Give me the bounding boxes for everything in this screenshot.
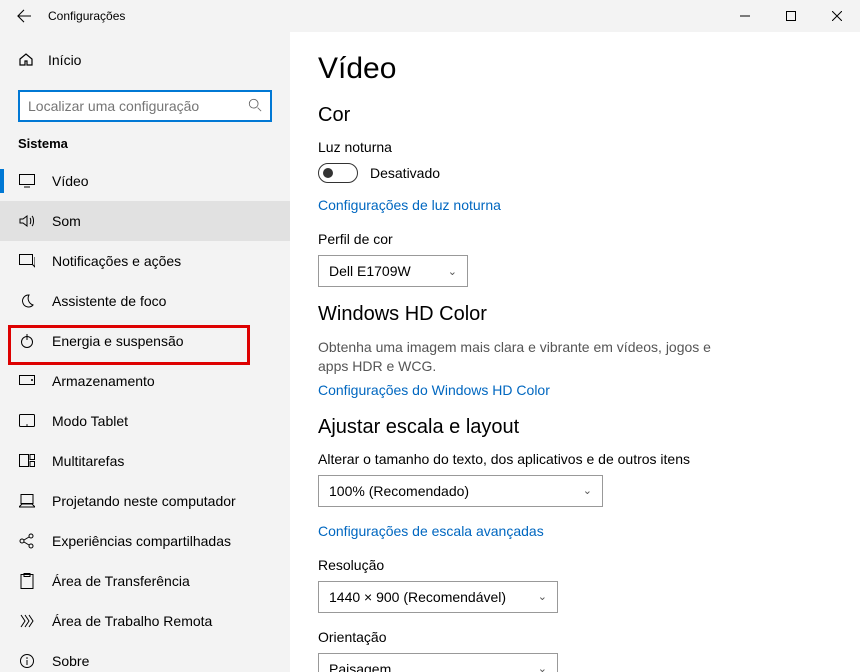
color-profile-value: Dell E1709W bbox=[329, 263, 411, 279]
hd-color-settings-link[interactable]: Configurações do Windows HD Color bbox=[318, 382, 832, 398]
sidebar-item-shared[interactable]: Experiências compartilhadas bbox=[0, 521, 290, 561]
color-heading: Cor bbox=[318, 104, 832, 127]
power-icon bbox=[18, 333, 36, 349]
back-arrow-icon bbox=[17, 9, 31, 23]
night-light-settings-link[interactable]: Configurações de luz noturna bbox=[318, 197, 832, 213]
home-label: Início bbox=[48, 52, 81, 68]
chevron-down-icon: ⌄ bbox=[583, 484, 592, 497]
scale-value: 100% (Recomendado) bbox=[329, 483, 469, 499]
sidebar-item-label: Área de Transferência bbox=[52, 573, 190, 589]
maximize-button[interactable] bbox=[768, 0, 814, 32]
sidebar-item-label: Armazenamento bbox=[52, 373, 155, 389]
close-button[interactable] bbox=[814, 0, 860, 32]
orientation-value: Paisagem bbox=[329, 661, 391, 672]
sidebar: Início Sistema Vídeo Som Notificações e … bbox=[0, 32, 290, 672]
resolution-value: 1440 × 900 (Recomendável) bbox=[329, 589, 506, 605]
display-icon bbox=[18, 174, 36, 188]
night-light-toggle[interactable] bbox=[318, 163, 358, 183]
orientation-combo[interactable]: Paisagem ⌄ bbox=[318, 653, 558, 672]
sidebar-item-label: Assistente de foco bbox=[52, 293, 166, 309]
back-button[interactable] bbox=[8, 0, 40, 32]
sidebar-item-power[interactable]: Energia e suspensão bbox=[0, 321, 290, 361]
search-input[interactable] bbox=[28, 98, 248, 114]
sidebar-item-label: Vídeo bbox=[52, 173, 89, 189]
color-profile-combo[interactable]: Dell E1709W ⌄ bbox=[318, 255, 468, 287]
about-icon bbox=[18, 653, 36, 669]
resolution-label: Resolução bbox=[318, 557, 832, 573]
sidebar-group-label: Sistema bbox=[0, 136, 290, 161]
maximize-icon bbox=[786, 11, 796, 21]
sidebar-item-label: Sobre bbox=[52, 653, 89, 669]
scale-layout-heading: Ajustar escala e layout bbox=[318, 416, 832, 439]
hd-color-description: Obtenha uma imagem mais clara e vibrante… bbox=[318, 338, 718, 376]
home-icon bbox=[18, 51, 34, 70]
search-box[interactable] bbox=[18, 90, 272, 122]
color-profile-label: Perfil de cor bbox=[318, 231, 832, 247]
window-title: Configurações bbox=[40, 9, 125, 23]
scale-label: Alterar o tamanho do texto, dos aplicati… bbox=[318, 451, 832, 467]
home-button[interactable]: Início bbox=[0, 40, 290, 80]
multitask-icon bbox=[18, 454, 36, 468]
sound-icon bbox=[18, 214, 36, 228]
tablet-icon bbox=[18, 414, 36, 428]
scale-combo[interactable]: 100% (Recomendado) ⌄ bbox=[318, 475, 603, 507]
page-title: Vídeo bbox=[318, 52, 832, 86]
sidebar-item-projecting[interactable]: Projetando neste computador bbox=[0, 481, 290, 521]
sidebar-item-label: Experiências compartilhadas bbox=[52, 533, 231, 549]
sidebar-item-remote[interactable]: Área de Trabalho Remota bbox=[0, 601, 290, 641]
sidebar-item-focus-assist[interactable]: Assistente de foco bbox=[0, 281, 290, 321]
close-icon bbox=[832, 11, 842, 21]
minimize-icon bbox=[740, 11, 750, 21]
chevron-down-icon: ⌄ bbox=[538, 662, 547, 672]
remote-icon bbox=[18, 613, 36, 629]
resolution-combo[interactable]: 1440 × 900 (Recomendável) ⌄ bbox=[318, 581, 558, 613]
content-pane: Vídeo Cor Luz noturna Desativado Configu… bbox=[290, 32, 860, 672]
notifications-icon bbox=[18, 254, 36, 268]
focus-assist-icon bbox=[18, 293, 36, 309]
sidebar-item-notifications[interactable]: Notificações e ações bbox=[0, 241, 290, 281]
shared-icon bbox=[18, 533, 36, 549]
toggle-knob bbox=[323, 168, 333, 178]
sidebar-item-label: Multitarefas bbox=[52, 453, 124, 469]
night-light-label: Luz noturna bbox=[318, 139, 832, 155]
chevron-down-icon: ⌄ bbox=[538, 590, 547, 603]
minimize-button[interactable] bbox=[722, 0, 768, 32]
projecting-icon bbox=[18, 494, 36, 508]
sidebar-item-about[interactable]: Sobre bbox=[0, 641, 290, 672]
toggle-state-text: Desativado bbox=[370, 165, 440, 181]
sidebar-item-label: Projetando neste computador bbox=[52, 493, 236, 509]
sidebar-item-clipboard[interactable]: Área de Transferência bbox=[0, 561, 290, 601]
sidebar-item-label: Área de Trabalho Remota bbox=[52, 613, 212, 629]
search-icon bbox=[248, 98, 262, 115]
sidebar-item-label: Energia e suspensão bbox=[52, 333, 184, 349]
advanced-scale-link[interactable]: Configurações de escala avançadas bbox=[318, 523, 832, 539]
orientation-label: Orientação bbox=[318, 629, 832, 645]
sidebar-item-multitask[interactable]: Multitarefas bbox=[0, 441, 290, 481]
title-bar: Configurações bbox=[0, 0, 860, 32]
sidebar-item-label: Som bbox=[52, 213, 81, 229]
sidebar-item-label: Notificações e ações bbox=[52, 253, 181, 269]
sidebar-item-video[interactable]: Vídeo bbox=[0, 161, 290, 201]
clipboard-icon bbox=[18, 573, 36, 589]
hd-color-heading: Windows HD Color bbox=[318, 303, 832, 326]
sidebar-item-label: Modo Tablet bbox=[52, 413, 128, 429]
storage-icon bbox=[18, 375, 36, 387]
sidebar-item-sound[interactable]: Som bbox=[0, 201, 290, 241]
sidebar-item-tablet[interactable]: Modo Tablet bbox=[0, 401, 290, 441]
sidebar-item-storage[interactable]: Armazenamento bbox=[0, 361, 290, 401]
chevron-down-icon: ⌄ bbox=[448, 265, 457, 278]
sidebar-nav: Vídeo Som Notificações e ações Assistent… bbox=[0, 161, 290, 672]
